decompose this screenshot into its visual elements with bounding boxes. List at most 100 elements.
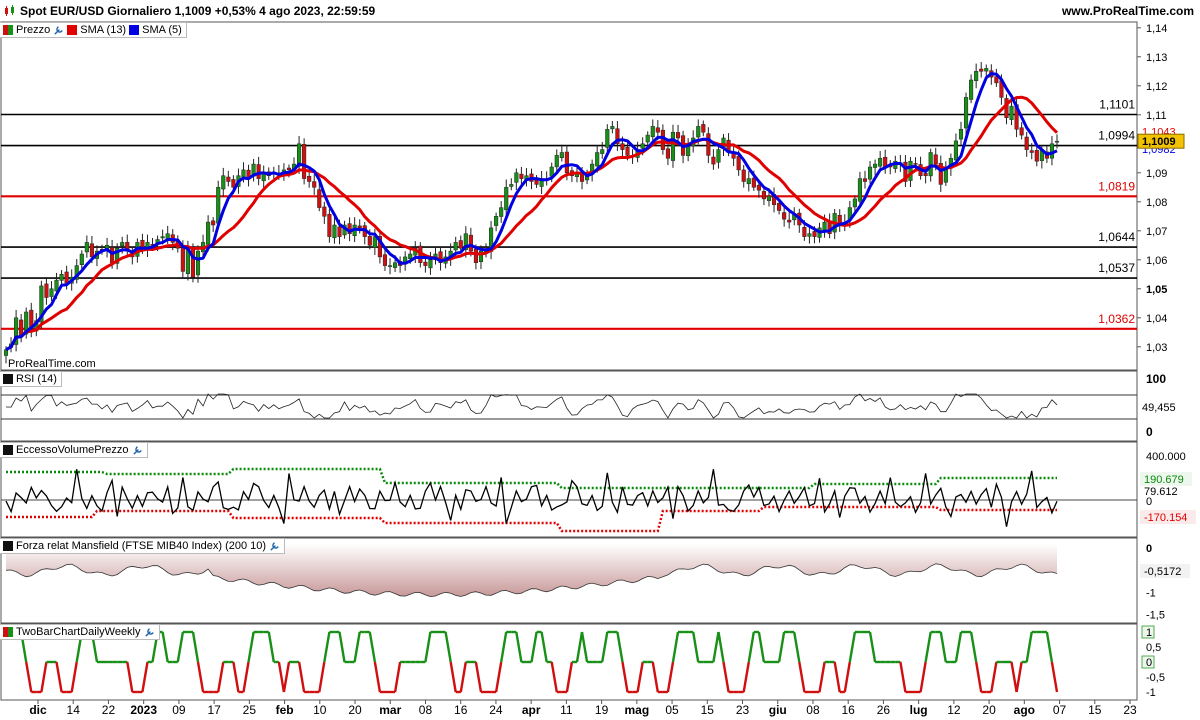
evp-y-tick-label: 400.000 — [1146, 451, 1186, 463]
twobar-segment — [500, 631, 508, 663]
x-tick-label: 12 — [947, 703, 961, 717]
evp-lower-value: -170.154 — [1144, 512, 1187, 524]
candle-body — [701, 124, 706, 133]
candle-body — [221, 175, 226, 190]
mansfield-legend[interactable]: Forza relat Mansfield (FTSE MIB40 Index)… — [0, 538, 286, 554]
panel-frame — [0, 441, 1138, 538]
twobar-segment — [990, 661, 998, 693]
candle-body — [665, 148, 670, 159]
price-y-tick-label: 1,05 — [1146, 284, 1167, 296]
candle-body — [559, 152, 564, 158]
candle-body — [44, 283, 49, 298]
twobar-segment — [373, 661, 382, 693]
wrench-icon[interactable] — [53, 25, 64, 36]
price-legend[interactable]: Prezzo SMA (13) SMA (5) — [0, 22, 187, 38]
candle-body — [453, 242, 458, 251]
two-color-swatch-icon — [3, 627, 13, 637]
twobar-segment — [176, 631, 185, 663]
rsi-y-tick-label: 0 — [1146, 425, 1153, 439]
twobar-y-tick-label: -1 — [1146, 687, 1156, 699]
candle-body — [645, 134, 650, 143]
twobar-segment — [459, 661, 467, 693]
candle-body — [357, 225, 362, 229]
candle-body — [610, 126, 615, 130]
candle-body — [211, 220, 216, 226]
x-tick-label: 19 — [595, 703, 609, 717]
candle-body — [180, 247, 185, 272]
twobar-segment — [217, 661, 225, 693]
candle-body — [307, 176, 312, 182]
site-link[interactable]: www.ProRealTime.com — [1062, 4, 1194, 18]
twobar-segment — [651, 661, 659, 693]
candle-body — [59, 274, 64, 281]
x-tick-label: 26 — [877, 703, 891, 717]
candle-body — [933, 154, 938, 165]
twobar-segment — [843, 661, 851, 693]
x-tick-label: 24 — [489, 703, 503, 717]
candle-body — [428, 259, 433, 269]
x-tick-label: 20 — [982, 703, 996, 717]
candle-body — [807, 233, 812, 237]
candle-body — [974, 71, 979, 81]
candle-body — [79, 253, 84, 266]
candle-body — [802, 227, 807, 237]
candle-body — [393, 262, 398, 268]
candle-body — [160, 236, 165, 239]
candle-body — [655, 127, 660, 133]
twobar-segment — [353, 631, 361, 663]
candle-body — [640, 143, 645, 149]
level-label: 1,0819 — [1098, 179, 1135, 193]
twobar-segment — [798, 661, 806, 693]
candle-body — [670, 131, 676, 161]
candle-body — [322, 206, 327, 217]
candle-body — [736, 155, 741, 171]
candle-body — [766, 195, 772, 201]
price-y-tick-label: 1,14 — [1146, 23, 1167, 35]
legend-sma5: SMA (5) — [142, 24, 182, 36]
candle-body — [286, 167, 292, 171]
twobar-segment — [40, 661, 48, 693]
candle-body — [963, 97, 969, 129]
candle-body — [195, 250, 201, 276]
twobar-segment — [969, 631, 978, 663]
candle-body — [302, 144, 307, 179]
candle-body — [504, 187, 509, 211]
twobar-segment — [126, 661, 134, 693]
wrench-icon[interactable] — [132, 445, 143, 456]
x-tick-label: 16 — [842, 703, 856, 717]
x-tick-label: 15 — [701, 703, 715, 717]
x-tick-label: 2023 — [130, 703, 157, 717]
candle-body — [857, 178, 862, 202]
candle-body — [928, 152, 933, 177]
twobar-segment — [747, 631, 755, 663]
candle-body — [620, 143, 625, 150]
price-y-tick-label: 1,03 — [1146, 342, 1167, 354]
candle-body — [741, 169, 746, 182]
price-y-tick-label: 1,12 — [1146, 81, 1167, 93]
twobar-segment — [515, 631, 523, 663]
candle-body — [873, 163, 878, 168]
candle-body — [332, 224, 337, 239]
x-tick-label: 14 — [67, 703, 81, 717]
twobar-segment — [899, 661, 907, 693]
sma13-line — [5, 95, 1059, 352]
panel-frame — [0, 370, 1138, 442]
wrench-icon[interactable] — [269, 541, 280, 552]
x-tick-label: 25 — [243, 703, 257, 717]
black-swatch-icon — [3, 445, 13, 455]
candle-body — [696, 126, 701, 138]
twobar-segment — [717, 631, 725, 663]
candle-body — [1029, 150, 1034, 153]
candle-body — [595, 152, 600, 167]
candle-body — [423, 261, 428, 266]
twobar-y-tick-label: 0 — [1146, 657, 1152, 669]
twobar-segment — [939, 631, 947, 663]
twobar-legend[interactable]: TwoBarChartDailyWeekly — [0, 624, 160, 640]
legend-prezzo: Prezzo — [16, 24, 51, 36]
x-tick-label: 20 — [348, 703, 362, 717]
rsi-legend[interactable]: RSI (14) — [0, 371, 62, 387]
candle-body — [367, 236, 372, 246]
evp-legend[interactable]: EccessoVolumePrezzo — [0, 442, 148, 458]
wrench-icon[interactable] — [144, 627, 155, 638]
mansfield-y-tick-label: -1,5 — [1146, 609, 1165, 621]
